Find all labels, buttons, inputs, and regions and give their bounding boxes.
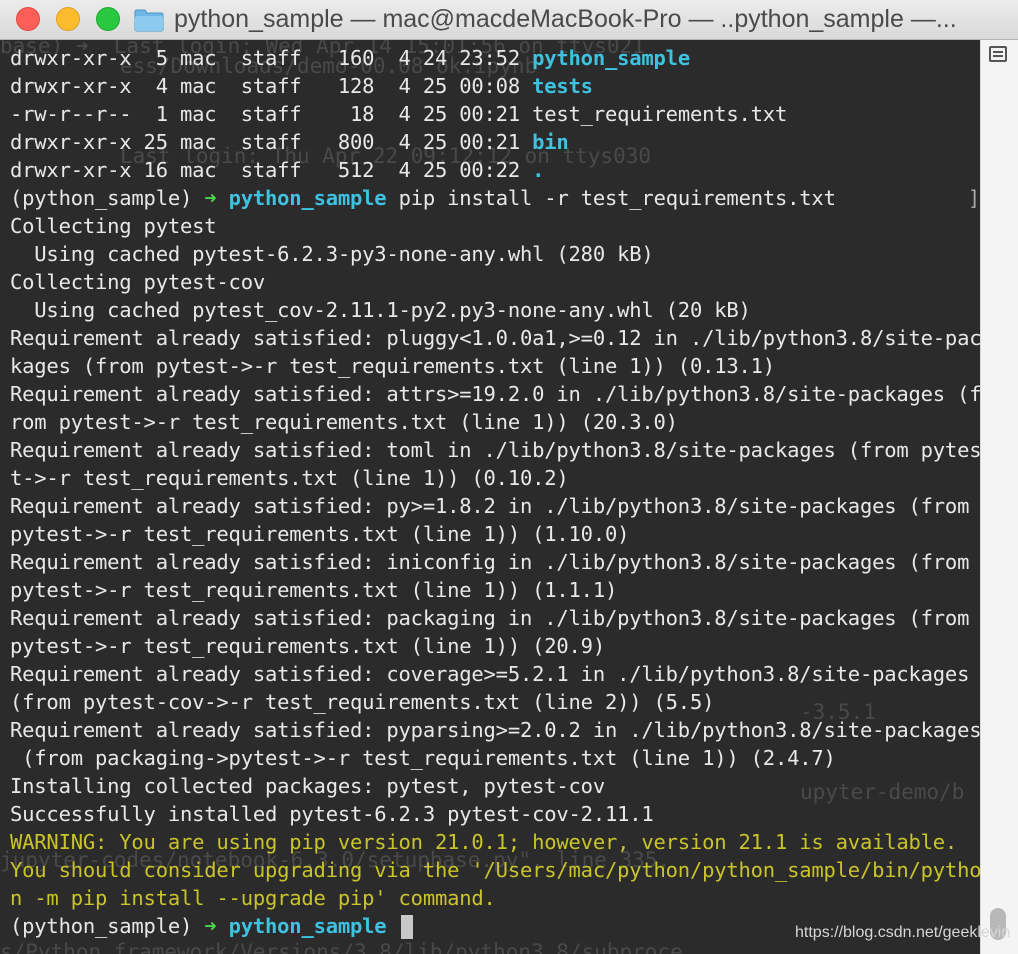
output-text: Collecting pytest	[10, 214, 217, 238]
text-cursor	[400, 915, 413, 939]
output-line: pytest->-r test_requirements.txt (line 1…	[10, 576, 978, 604]
warning-line: WARNING: You are using pip version 21.0.…	[10, 828, 978, 856]
output-text: Requirement already satisfied: py>=1.8.2…	[10, 494, 970, 518]
output-line: Requirement already satisfied: toml in .…	[10, 436, 980, 464]
listing-name: bin	[532, 130, 569, 154]
output-text: Requirement already satisfied: pyparsing…	[10, 718, 980, 742]
prompt-env: (python_sample)	[10, 186, 205, 210]
output-line: rom pytest->-r test_requirements.txt (li…	[10, 408, 978, 436]
output-line: Requirement already satisfied: iniconfig…	[10, 548, 978, 576]
output-line: Requirement already satisfied: pluggy<1.…	[10, 324, 980, 352]
output-line: Requirement already satisfied: py>=1.8.2…	[10, 492, 978, 520]
mark-bracket: ]	[968, 186, 980, 210]
listing-meta: drwxr-xr-x 4 mac staff 128 4 25 00:08	[10, 74, 533, 98]
output-text: Requirement already satisfied: iniconfig…	[10, 550, 970, 574]
command-line: (python_sample) ➜ python_sample pip inst…	[10, 184, 978, 212]
output-line: t->-r test_requirements.txt (line 1)) (0…	[10, 464, 978, 492]
listing-row: drwxr-xr-x 25 mac staff 800 4 25 00:21 b…	[10, 128, 978, 156]
listing-row: -rw-r--r-- 1 mac staff 18 4 25 00:21 tes…	[10, 100, 978, 128]
output-line: Requirement already satisfied: attrs>=19…	[10, 380, 980, 408]
output-line: Successfully installed pytest-6.2.3 pyte…	[10, 800, 978, 828]
output-text: Requirement already satisfied: coverage>…	[10, 662, 970, 686]
output-text: Successfully installed pytest-6.2.3 pyte…	[10, 802, 654, 826]
output-text: kages (from pytest->-r test_requirements…	[10, 354, 775, 378]
close-button[interactable]	[16, 7, 40, 31]
output-text: pytest->-r test_requirements.txt (line 1…	[10, 522, 630, 546]
output-text: Using cached pytest-6.2.3-py3-none-any.w…	[10, 242, 654, 266]
terminal-view[interactable]: base) ➜ Last login: Wed Apr 14 15:01:56 …	[0, 40, 980, 954]
output-line: (from packaging->pytest->-r test_require…	[10, 744, 978, 772]
output-line: Collecting pytest	[10, 212, 978, 240]
output-line: Installing collected packages: pytest, p…	[10, 772, 978, 800]
listing-name: python_sample	[532, 46, 690, 70]
output-text: Requirement already satisfied: packaging…	[10, 606, 970, 630]
output-text: pytest->-r test_requirements.txt (line 1…	[10, 578, 618, 602]
listing-meta: drwxr-xr-x 5 mac staff 160 4 24 23:52	[10, 46, 533, 70]
output-text: Collecting pytest-cov	[10, 270, 265, 294]
warning-line: n -m pip install --upgrade pip' command.	[10, 884, 978, 912]
warning-text: WARNING: You are using pip version 21.0.…	[10, 830, 958, 854]
terminal-output: drwxr-xr-x 5 mac staff 160 4 24 23:52 py…	[10, 44, 980, 940]
listing-meta: drwxr-xr-x 16 mac staff 512 4 25 00:22	[10, 158, 533, 182]
minimize-button[interactable]	[56, 7, 80, 31]
output-line: Requirement already satisfied: pyparsing…	[10, 716, 980, 744]
scrollbar[interactable]	[980, 40, 1018, 954]
output-text: Requirement already satisfied: toml in .…	[10, 438, 980, 462]
output-text: Requirement already satisfied: pluggy<1.…	[10, 326, 980, 350]
output-line: Collecting pytest-cov	[10, 268, 978, 296]
output-text: (from pytest-cov->-r test_requirements.t…	[10, 690, 715, 714]
output-line: Requirement already satisfied: packaging…	[10, 604, 978, 632]
prompt-arrow-icon: ➜	[204, 914, 217, 938]
watermark: https://blog.csdn.net/geeklevin	[795, 924, 1011, 941]
output-text: Requirement already satisfied: attrs>=19…	[10, 382, 980, 406]
output-line: (from pytest-cov->-r test_requirements.t…	[10, 688, 978, 716]
output-line: Using cached pytest_cov-2.11.1-py2.py3-n…	[10, 296, 978, 324]
window-title: python_sample — mac@macdeMacBook-Pro — .…	[174, 5, 957, 33]
folder-icon	[134, 9, 164, 32]
listing-row: drwxr-xr-x 5 mac staff 160 4 24 23:52 py…	[10, 44, 978, 72]
output-line: Requirement already satisfied: coverage>…	[10, 660, 978, 688]
prompt-dir: python_sample	[228, 186, 387, 210]
prompt-arrow-icon: ➜	[204, 186, 217, 210]
listing-row: drwxr-xr-x 16 mac staff 512 4 25 00:22 .	[10, 156, 978, 184]
listing-name: .	[532, 158, 545, 182]
output-text: Installing collected packages: pytest, p…	[10, 774, 605, 798]
warning-line: You should consider upgrading via the '/…	[10, 856, 980, 884]
listing-meta: drwxr-xr-x 25 mac staff 800 4 25 00:21	[10, 130, 533, 154]
output-line: Using cached pytest-6.2.3-py3-none-any.w…	[10, 240, 978, 268]
output-line: kages (from pytest->-r test_requirements…	[10, 352, 978, 380]
output-text: (from packaging->pytest->-r test_require…	[10, 746, 836, 770]
output-text: pytest->-r test_requirements.txt (line 1…	[10, 634, 605, 658]
listing-name: test_requirements.txt	[532, 102, 788, 126]
title-bar: python_sample — mac@macdeMacBook-Pro — .…	[0, 0, 1018, 40]
output-line: pytest->-r test_requirements.txt (line 1…	[10, 520, 978, 548]
ghost-text: s/Python.framework/Versions/3.8/lib/pyth…	[0, 940, 683, 954]
listing-meta: -rw-r--r-- 1 mac staff 18 4 25 00:21	[10, 102, 533, 126]
output-text: Using cached pytest_cov-2.11.1-py2.py3-n…	[10, 298, 751, 322]
output-line: pytest->-r test_requirements.txt (line 1…	[10, 632, 978, 660]
menu-icon[interactable]	[989, 46, 1007, 62]
output-text: t->-r test_requirements.txt (line 1)) (0…	[10, 466, 569, 490]
warning-text: You should consider upgrading via the '/…	[10, 858, 980, 882]
output-text: rom pytest->-r test_requirements.txt (li…	[10, 410, 678, 434]
listing-name: tests	[532, 74, 593, 98]
listing-row: drwxr-xr-x 4 mac staff 128 4 25 00:08 te…	[10, 72, 978, 100]
warning-text: n -m pip install --upgrade pip' command.	[10, 886, 496, 910]
zoom-button[interactable]	[96, 7, 120, 31]
command-text: pip install -r test_requirements.txt	[386, 186, 836, 210]
prompt-env: (python_sample)	[10, 914, 205, 938]
prompt-dir: python_sample	[228, 914, 387, 938]
